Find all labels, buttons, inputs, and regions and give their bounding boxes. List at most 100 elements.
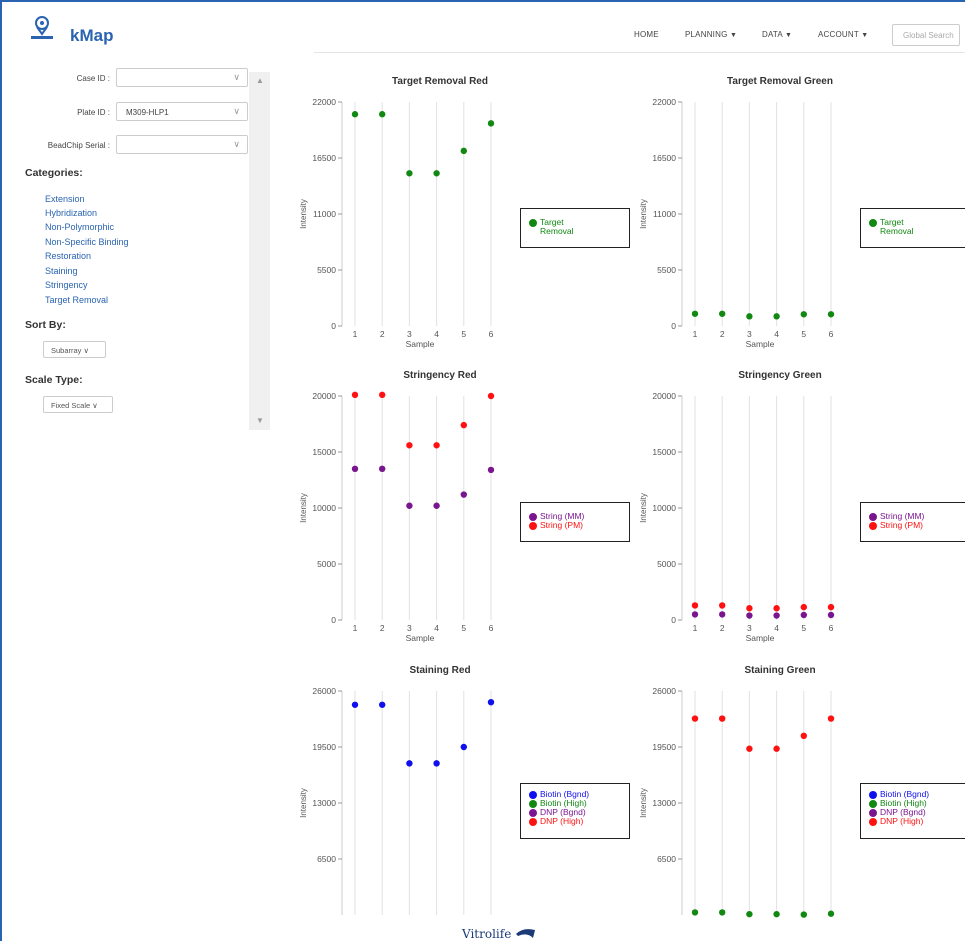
data-point xyxy=(460,743,467,751)
chart-legend[interactable]: String (MM) String (PM) xyxy=(860,502,965,542)
data-point xyxy=(433,760,440,767)
chart-legend[interactable]: Target Removal xyxy=(520,208,630,248)
data-point xyxy=(773,313,780,320)
y-tick-label: 16500 xyxy=(312,153,336,163)
category-hybridization[interactable]: Hybridization xyxy=(45,208,97,218)
legend-item[interactable]: Target Removal xyxy=(529,218,621,236)
data-point xyxy=(800,732,807,739)
data-point xyxy=(379,701,386,708)
category-target-removal[interactable]: Target Removal xyxy=(45,295,108,305)
data-point xyxy=(746,745,753,752)
legend-dot-icon xyxy=(529,809,537,817)
map-pin-icon xyxy=(31,16,53,39)
data-point xyxy=(351,701,359,708)
y-tick-label: 10000 xyxy=(312,503,336,513)
legend-label: Target Removal xyxy=(880,217,914,236)
legend-dot-icon xyxy=(529,522,537,530)
sort-by-value: Subarray xyxy=(51,346,82,355)
nav-account[interactable]: ACCOUNT ▼ xyxy=(818,30,868,39)
beadchip-serial-select[interactable]: ∨ xyxy=(116,135,248,154)
data-point xyxy=(433,442,440,449)
data-point xyxy=(487,466,495,474)
scroll-down-icon[interactable]: ▼ xyxy=(256,416,264,425)
legend-item[interactable]: String (PM) xyxy=(529,521,621,530)
legend-dot-icon xyxy=(869,513,877,521)
data-point xyxy=(406,502,413,509)
x-tick-label: 4 xyxy=(434,329,439,339)
legend-label: Target Removal xyxy=(540,217,574,236)
data-point xyxy=(773,605,780,612)
category-non-specific-binding[interactable]: Non-Specific Binding xyxy=(45,237,129,247)
y-tick-label: 5500 xyxy=(657,265,676,275)
category-non-polymorphic[interactable]: Non-Polymorphic xyxy=(45,222,114,232)
x-tick-label: 6 xyxy=(489,623,494,633)
wave-icon xyxy=(516,929,536,938)
y-axis-label: Intensity xyxy=(639,788,648,818)
data-point xyxy=(691,602,699,609)
data-point xyxy=(460,421,467,429)
data-point xyxy=(800,603,807,611)
plate-id-value: M309-HLP1 xyxy=(126,108,169,117)
nav-home[interactable]: HOME xyxy=(634,30,659,39)
data-point xyxy=(746,910,753,918)
data-point xyxy=(827,311,835,318)
y-tick-label: 20000 xyxy=(312,391,336,401)
chart-panel: Target Removal Red 0 5500 11000 16500 22000 1 2… xyxy=(280,76,630,366)
legend-item[interactable]: DNP (High) xyxy=(529,817,621,826)
y-tick-label: 6500 xyxy=(317,854,336,864)
chart-legend[interactable]: Target Removal xyxy=(860,208,965,248)
legend-dot-icon xyxy=(869,818,877,826)
global-search-input[interactable]: Global Search xyxy=(892,24,960,46)
app-title[interactable]: kMap xyxy=(70,26,113,46)
legend-item[interactable]: DNP (High) xyxy=(869,817,961,826)
y-tick-label: 6500 xyxy=(657,854,676,864)
case-id-select[interactable]: ∨ xyxy=(116,68,248,87)
data-point xyxy=(460,147,467,155)
data-point xyxy=(719,310,726,317)
category-stringency[interactable]: Stringency xyxy=(45,280,88,290)
vitrolife-logo: Vitrolife xyxy=(462,927,537,941)
data-point xyxy=(379,391,386,399)
x-tick-label: 4 xyxy=(774,623,779,633)
category-staining[interactable]: Staining xyxy=(45,266,78,276)
data-point xyxy=(433,502,440,509)
nav-planning[interactable]: PLANNING ▼ xyxy=(685,30,737,39)
beadchip-serial-label: BeadChip Serial : xyxy=(47,141,110,150)
nav-data[interactable]: DATA ▼ xyxy=(762,30,792,39)
y-tick-label: 0 xyxy=(331,615,336,625)
chart-legend[interactable]: Biotin (Bgnd) Biotin (High) DNP (Bgnd) DNP … xyxy=(860,783,965,839)
data-point xyxy=(406,760,413,767)
x-tick-label: 3 xyxy=(407,623,412,633)
y-tick-label: 0 xyxy=(331,321,336,331)
data-point xyxy=(691,611,699,618)
y-tick-label: 0 xyxy=(671,615,676,625)
chart-legend[interactable]: Biotin (Bgnd) Biotin (High) DNP (Bgnd) DNP … xyxy=(520,783,630,839)
data-point xyxy=(719,611,726,618)
scale-type-value: Fixed Scale xyxy=(51,401,91,410)
category-restoration[interactable]: Restoration xyxy=(45,251,91,261)
legend-item[interactable]: Target Removal xyxy=(869,218,961,236)
data-point xyxy=(773,612,780,619)
y-tick-label: 5500 xyxy=(317,265,336,275)
legend-item[interactable]: String (PM) xyxy=(869,521,961,530)
sort-by-select[interactable]: Subarray ∨ xyxy=(43,341,106,358)
plate-id-select[interactable]: M309-HLP1 ∨ xyxy=(116,102,248,121)
data-point xyxy=(691,909,699,916)
y-tick-label: 0 xyxy=(671,321,676,331)
y-tick-label: 5000 xyxy=(317,559,336,569)
x-tick-label: 5 xyxy=(461,329,466,339)
chart-legend[interactable]: String (MM) String (PM) xyxy=(520,502,630,542)
scroll-up-icon[interactable]: ▲ xyxy=(256,76,264,85)
scale-type-select[interactable]: Fixed Scale ∨ xyxy=(43,396,113,413)
x-tick-label: 2 xyxy=(720,329,725,339)
data-point xyxy=(406,170,413,177)
sidebar-scrollbar[interactable] xyxy=(249,72,270,430)
legend-dot-icon xyxy=(869,809,877,817)
data-point xyxy=(800,311,807,318)
data-point xyxy=(460,491,467,498)
y-tick-label: 13000 xyxy=(652,798,676,808)
x-tick-label: 5 xyxy=(801,623,806,633)
category-extension[interactable]: Extension xyxy=(45,194,85,204)
x-tick-label: 5 xyxy=(461,623,466,633)
data-point xyxy=(406,442,413,449)
